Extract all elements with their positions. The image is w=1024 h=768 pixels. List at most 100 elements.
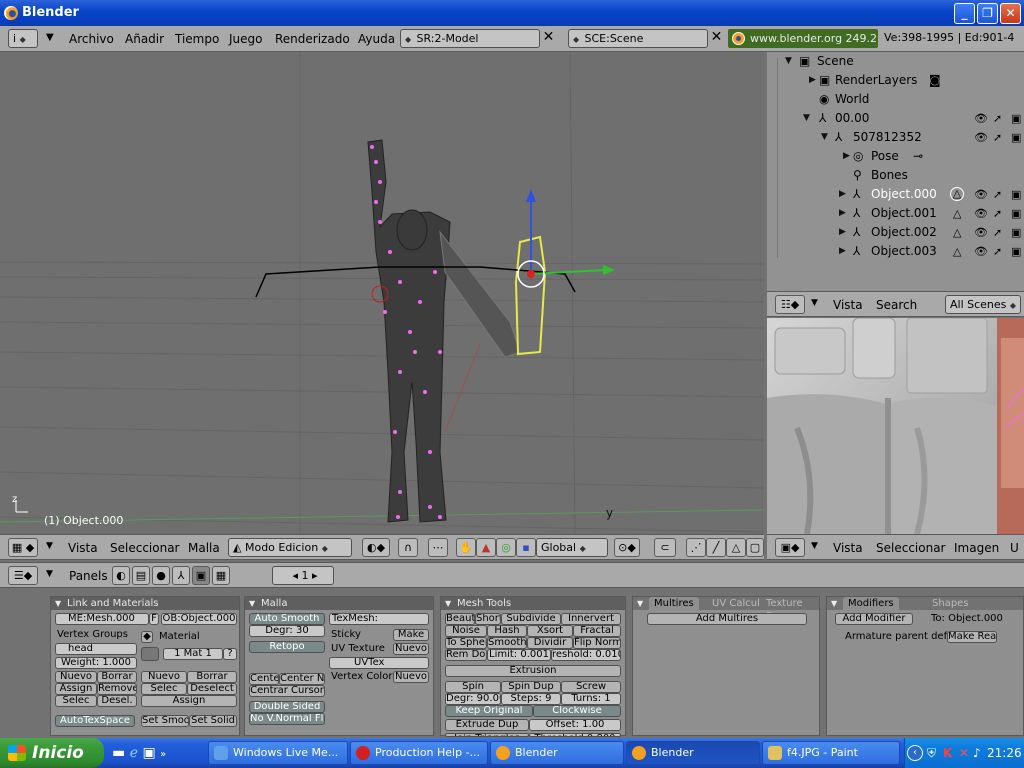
deselect-vertex-group-button[interactable]: Desel. bbox=[97, 695, 137, 707]
menu-malla[interactable]: Malla bbox=[188, 541, 220, 555]
beauty-toggle[interactable]: Beaut bbox=[445, 613, 475, 625]
menu-juego[interactable]: Juego bbox=[229, 32, 263, 46]
close-button[interactable]: ✕ bbox=[1000, 3, 1021, 24]
subdivide-button[interactable]: Subdivide bbox=[501, 613, 561, 625]
cursor-select-icon[interactable]: ➚ bbox=[993, 185, 1002, 204]
menu-uvs[interactable]: U bbox=[1010, 541, 1019, 555]
tab-modifiers[interactable]: Modifiers bbox=[843, 597, 899, 610]
render-icon[interactable]: ▣ bbox=[1011, 109, 1021, 128]
cursor-select-icon[interactable]: ➚ bbox=[993, 204, 1002, 223]
menu-panels[interactable]: Panels bbox=[69, 569, 108, 583]
occlude-icon[interactable]: ▢ bbox=[746, 538, 764, 557]
menu-imagen[interactable]: Imagen bbox=[954, 541, 999, 555]
flip-normals-button[interactable]: Flip Norm bbox=[573, 637, 621, 649]
eye-icon[interactable]: 👁 bbox=[974, 109, 988, 128]
modifier-icon[interactable]: △ bbox=[950, 187, 964, 201]
collapse-triangle-icon[interactable]: ▼ bbox=[803, 109, 810, 128]
quick-launch-expand-icon[interactable]: » bbox=[160, 749, 166, 760]
outliner-row-pose[interactable]: ▶ ◎ Pose ⊸ bbox=[767, 147, 1024, 166]
volume-icon[interactable]: ♪ bbox=[973, 738, 981, 768]
object-name-field[interactable]: OB:Object.000 bbox=[161, 613, 237, 625]
make-real-button[interactable]: Make Rea bbox=[947, 631, 997, 643]
add-multires-button[interactable]: Add Multires bbox=[647, 613, 807, 625]
outliner-row-world[interactable]: ◉ World bbox=[767, 90, 1024, 109]
material-menu-button[interactable]: ◆ bbox=[141, 631, 153, 643]
editor-type-selector[interactable]: ☰◆ bbox=[8, 566, 38, 585]
editor-type-selector[interactable]: ▣◆ bbox=[775, 538, 805, 557]
expand-triangle-icon[interactable]: ▶ bbox=[843, 147, 850, 166]
show-desktop-icon[interactable]: ▬ bbox=[112, 745, 125, 761]
material-index-field[interactable]: 1 Mat 1 bbox=[163, 648, 223, 660]
assign-material-button[interactable]: Assign bbox=[141, 695, 237, 707]
no-vnormal-flip-toggle[interactable]: No V.Normal Flip bbox=[249, 713, 325, 725]
editor-type-selector[interactable]: ▦ ◆ bbox=[8, 538, 38, 557]
task-production-help[interactable]: Production Help -... bbox=[350, 741, 488, 765]
editing-icon[interactable]: ▣ bbox=[192, 566, 210, 585]
task-paint[interactable]: f4.JPG - Paint bbox=[762, 741, 900, 765]
outliner-row-object[interactable]: ▼ ⅄ 507812352 👁 ➚ ▣ bbox=[767, 128, 1024, 147]
clockwise-toggle[interactable]: Clockwise bbox=[533, 705, 621, 717]
set-solid-button[interactable]: Set Solid bbox=[189, 715, 237, 727]
modifier-icon[interactable]: △ bbox=[953, 204, 961, 223]
make-sticky-button[interactable]: Make bbox=[393, 629, 429, 641]
orientation-selector[interactable]: Global ◆ bbox=[536, 538, 608, 557]
menu-vista[interactable]: Vista bbox=[68, 541, 98, 555]
outliner-row-object-000[interactable]: ▶ ⅄ Object.000 △ 👁 ➚ ▣ bbox=[767, 185, 1024, 204]
new-material-button[interactable]: Nuevo bbox=[141, 671, 187, 683]
start-button[interactable]: Inicio bbox=[0, 738, 104, 768]
viewport-canvas[interactable] bbox=[0, 52, 764, 534]
uvtex-field[interactable]: UVTex bbox=[329, 657, 429, 669]
new-vertex-group-button[interactable]: Nuevo bbox=[55, 671, 97, 683]
antivirus-icon[interactable]: K bbox=[943, 738, 952, 768]
rotate-icon[interactable]: ◎ bbox=[496, 538, 516, 557]
menu-ayuda[interactable]: Ayuda bbox=[358, 32, 395, 46]
texmesh-field[interactable]: TexMesh: bbox=[329, 613, 429, 625]
auto-smooth-toggle[interactable]: Auto Smooth bbox=[249, 613, 325, 625]
threshold-field[interactable]: reshold: 0.010 bbox=[551, 649, 621, 661]
eye-icon[interactable]: 👁 bbox=[974, 185, 988, 204]
menu-vista[interactable]: Vista bbox=[833, 298, 863, 312]
outliner-row-object-003[interactable]: ▶ ⅄ Object.003 △ 👁 ➚ ▣ bbox=[767, 242, 1024, 261]
autotexspace-toggle[interactable]: AutoTexSpace bbox=[55, 715, 135, 727]
new-uv-texture-button[interactable]: Nuevo bbox=[393, 643, 429, 655]
outliner-row-renderlayers[interactable]: ▶ ▣ RenderLayers ◙ bbox=[767, 71, 1024, 90]
scene-selector[interactable]: ◆ SCE:Scene bbox=[568, 29, 708, 48]
center-new-button[interactable]: Center N bbox=[279, 673, 325, 685]
internet-explorer-icon[interactable]: ℯ bbox=[130, 745, 138, 761]
outliner-row-bones[interactable]: ⚲ Bones bbox=[767, 166, 1024, 185]
smooth-degree-field[interactable]: Degr: 30 bbox=[249, 625, 325, 637]
spin-button[interactable]: Spin bbox=[445, 681, 501, 693]
fractal-button[interactable]: Fractal bbox=[573, 625, 621, 637]
cursor-select-icon[interactable]: ➚ bbox=[993, 242, 1002, 261]
editor-type-selector[interactable]: ☷◆ bbox=[775, 295, 805, 314]
innervert-button[interactable]: Innervert bbox=[561, 613, 621, 625]
tab-multires[interactable]: Multires bbox=[649, 597, 699, 610]
camera-restrict-icon[interactable]: ◙ bbox=[929, 71, 941, 90]
grab-hand-icon[interactable]: ✋ bbox=[456, 538, 476, 557]
expand-triangle-icon[interactable]: ▶ bbox=[839, 223, 846, 242]
offset-field[interactable]: Offset: 1.00 bbox=[529, 719, 621, 731]
script-icon[interactable]: ▤ bbox=[132, 566, 150, 585]
center-button[interactable]: Cente bbox=[249, 673, 279, 685]
short-toggle[interactable]: Short bbox=[475, 613, 501, 625]
task-windows-live[interactable]: Windows Live Me... bbox=[208, 741, 348, 765]
remove-vertex-group-button[interactable]: Remove bbox=[97, 683, 137, 695]
material-help-button[interactable]: ? bbox=[223, 648, 237, 660]
blender-url-label[interactable]: www.blender.org 249.2 bbox=[728, 29, 878, 48]
outliner-row-scene[interactable]: ▼ ▣ Scene bbox=[767, 52, 1024, 71]
outliner-panel[interactable]: ▼ ▣ Scene ▶ ▣ RenderLayers ◙ ◉ World ▼ ⅄… bbox=[767, 52, 1024, 291]
pivot-icon[interactable]: ∩ bbox=[398, 538, 418, 557]
draw-type-button[interactable]: ◐◆ bbox=[362, 538, 390, 557]
collapse-triangle-icon[interactable]: ▼ bbox=[821, 128, 828, 147]
select-material-button[interactable]: Selec bbox=[141, 683, 187, 695]
expand-triangle-icon[interactable]: ▶ bbox=[809, 71, 816, 90]
menu-vista[interactable]: Vista bbox=[833, 541, 863, 555]
keep-original-toggle[interactable]: Keep Original bbox=[445, 705, 533, 717]
proportional-edit-icon[interactable]: ⊙◆ bbox=[614, 538, 640, 557]
network-icon[interactable]: ✕ bbox=[959, 738, 969, 768]
remove-doubles-button[interactable]: Rem Dou bbox=[445, 649, 487, 661]
minimize-button[interactable]: _ bbox=[954, 3, 975, 24]
eye-icon[interactable]: 👁 bbox=[974, 204, 988, 223]
edge-select-icon[interactable]: ╱ bbox=[706, 538, 726, 557]
render-icon[interactable]: ▣ bbox=[1011, 242, 1021, 261]
